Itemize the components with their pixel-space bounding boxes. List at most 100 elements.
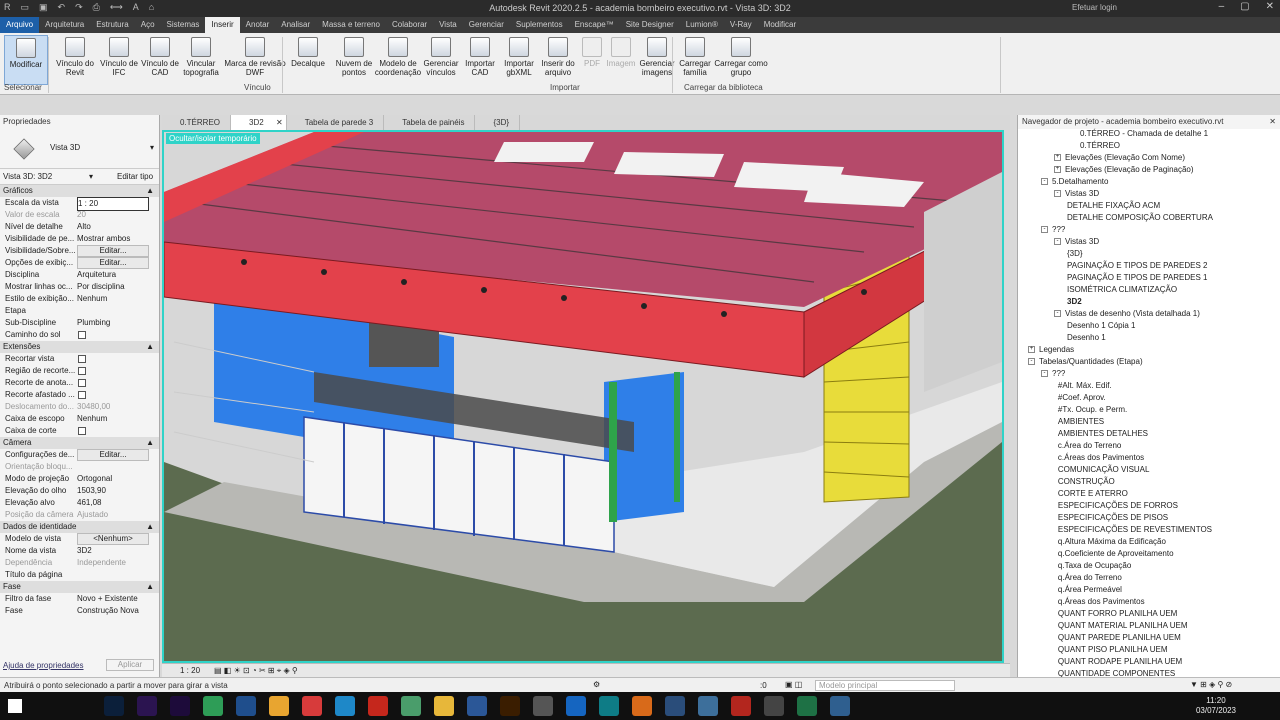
expand-toggle-icon[interactable]: + xyxy=(1028,346,1035,354)
browser-item[interactable]: ISOMÉTRICA CLIMATIZAÇÃO xyxy=(1067,285,1177,294)
property-row[interactable]: Disciplina Arquitetura xyxy=(0,269,159,281)
browser-item[interactable]: PAGINAÇÃO E TIPOS DE PAREDES 1 xyxy=(1067,273,1207,282)
browser-item[interactable]: -??? xyxy=(1041,225,1065,234)
expand-toggle-icon[interactable]: - xyxy=(1041,178,1048,186)
property-checkbox[interactable] xyxy=(78,367,86,375)
browser-item[interactable]: c.Áreas dos Pavimentos xyxy=(1058,453,1144,462)
property-value[interactable]: Nenhum xyxy=(77,413,149,425)
app-navy-icon[interactable] xyxy=(665,696,685,716)
app-red2-icon[interactable] xyxy=(731,696,751,716)
browser-item[interactable]: ESPECIFICAÇÕES DE FORROS xyxy=(1058,501,1178,510)
photoshop-icon[interactable] xyxy=(104,696,124,716)
browser-item[interactable]: - Vistas 3D xyxy=(1054,237,1099,246)
sign-in-link[interactable]: Efetuar login xyxy=(1072,3,1117,12)
property-value[interactable]: Mostrar ambos xyxy=(77,233,149,245)
properties-help-link[interactable]: Ajuda de propriedades xyxy=(3,661,84,670)
browser-item[interactable]: QUANTIDADE COMPONENTES xyxy=(1058,669,1175,677)
ribbon-button[interactable]: Importar gbXML xyxy=(500,35,538,77)
property-row[interactable]: Posição da câmera Ajustado xyxy=(0,509,159,521)
premiere-icon[interactable] xyxy=(170,696,190,716)
active-model-field[interactable]: Modelo principal xyxy=(815,680,955,691)
explorer-icon[interactable] xyxy=(434,696,454,716)
property-value[interactable]: 30480,00 xyxy=(77,401,149,413)
app-orange-icon[interactable] xyxy=(632,696,652,716)
app-steel-icon[interactable] xyxy=(698,696,718,716)
property-row[interactable]: Região de recorte... xyxy=(0,365,159,377)
property-row[interactable]: Deslocamento do... 30480,00 xyxy=(0,401,159,413)
browser-item[interactable]: QUANT PAREDE PLANILHA UEM xyxy=(1058,633,1181,642)
ribbon-tab[interactable]: Vista xyxy=(433,17,463,33)
chevron-down-icon[interactable]: ▾ xyxy=(150,143,154,152)
browser-item[interactable]: + Elevações (Elevação de Paginação) xyxy=(1054,165,1194,174)
expand-toggle-icon[interactable]: - xyxy=(1028,358,1035,366)
app-photo-icon[interactable] xyxy=(830,696,850,716)
worksets-icon[interactable]: ⚙ xyxy=(593,680,600,689)
close-icon[interactable]: ✕ xyxy=(1269,115,1276,129)
property-value[interactable]: Arquitetura xyxy=(77,269,149,281)
view-tab[interactable]: 3D2 ✕ xyxy=(231,115,287,130)
browser-item[interactable]: COMUNICAÇÃO VISUAL xyxy=(1058,465,1150,474)
view-tab[interactable]: 0.TÉRREO xyxy=(162,115,232,130)
browser-item[interactable]: q.Taxa de Ocupação xyxy=(1058,561,1131,570)
detail-level-icon[interactable]: ▤ ◧ ☀ ⊡ ◔ ✂ ⊞ ⌖ ◈ ⚲ xyxy=(214,666,298,676)
app-gray-icon[interactable] xyxy=(533,696,553,716)
minimize-icon[interactable]: – xyxy=(1219,1,1225,12)
ribbon-tab[interactable]: Estrutura xyxy=(90,17,134,33)
chrome-icon[interactable] xyxy=(269,696,289,716)
expand-toggle-icon[interactable]: - xyxy=(1041,226,1048,234)
collapse-icon[interactable]: ▲ xyxy=(146,341,154,353)
property-row[interactable]: Orientação bloqu... xyxy=(0,461,159,473)
browser-item[interactable]: + Legendas xyxy=(1028,345,1074,354)
ribbon-button[interactable]: Gerenciar imagens xyxy=(638,35,676,77)
browser-item[interactable]: #Coef. Aprov. xyxy=(1058,393,1106,402)
expand-toggle-icon[interactable]: - xyxy=(1054,238,1061,246)
ribbon-tab[interactable]: Site Designer xyxy=(620,17,680,33)
collapse-icon[interactable]: ▲ xyxy=(146,437,154,449)
property-checkbox[interactable] xyxy=(78,391,86,399)
browser-item[interactable]: - Vistas de desenho (Vista detalhada 1) xyxy=(1054,309,1200,318)
close-icon[interactable]: ✕ xyxy=(1266,1,1274,12)
browser-item[interactable]: q.Altura Máxima da Edificação xyxy=(1058,537,1166,546)
excel-icon[interactable] xyxy=(797,696,817,716)
property-row[interactable]: Escala da vista 1 : 20 xyxy=(0,197,159,211)
task-view-icon[interactable] xyxy=(71,696,91,716)
expand-toggle-icon[interactable]: + xyxy=(1054,154,1061,162)
ribbon-tab[interactable]: Modificar xyxy=(758,17,802,33)
app-green-icon[interactable] xyxy=(203,696,223,716)
close-icon[interactable]: ✕ xyxy=(276,115,283,130)
chevron-down-icon[interactable]: ▾ xyxy=(89,172,93,181)
property-row[interactable]: Caixa de escopo Nenhum xyxy=(0,413,159,425)
browser-item[interactable]: QUANT FORRO PLANILHA UEM xyxy=(1058,609,1177,618)
property-row[interactable]: Recorte afastado ... xyxy=(0,389,159,401)
app-blue-icon[interactable] xyxy=(566,696,586,716)
property-row[interactable]: Dependência Independente xyxy=(0,557,159,569)
ribbon-button[interactable]: Decalque xyxy=(286,35,330,68)
view-tab[interactable]: {3D} xyxy=(475,115,521,130)
property-value[interactable]: 461,08 xyxy=(77,497,149,509)
ribbon-button[interactable]: Inserir do arquivo xyxy=(538,35,578,77)
property-value[interactable]: 1503,90 xyxy=(77,485,149,497)
property-value[interactable]: Por disciplina xyxy=(77,281,149,293)
property-row[interactable]: Caixa de corte xyxy=(0,425,159,437)
browser-item[interactable]: CONSTRUÇÃO xyxy=(1058,477,1115,486)
browser-item[interactable]: PAGINAÇÃO E TIPOS DE PAREDES 2 xyxy=(1067,261,1207,270)
browser-item[interactable]: QUANT RODAPE PLANILHA UEM xyxy=(1058,657,1182,666)
apply-button[interactable]: Aplicar xyxy=(106,659,154,671)
property-row[interactable]: Fase Construção Nova xyxy=(0,605,159,617)
browser-item[interactable]: 3D2 xyxy=(1067,297,1082,306)
ribbon-tab[interactable]: Enscape™ xyxy=(569,17,620,33)
ribbon-tab[interactable]: Massa e terreno xyxy=(316,17,386,33)
browser-item[interactable]: q.Áreas dos Pavimentos xyxy=(1058,597,1145,606)
properties-section-header[interactable]: Dados de identidade ▲ xyxy=(0,521,159,533)
property-row[interactable]: Mostrar linhas oc... Por disciplina xyxy=(0,281,159,293)
browser-item[interactable]: Desenho 1 xyxy=(1067,333,1106,342)
ribbon-button[interactable]: Modelo de coordenação xyxy=(374,35,422,77)
property-value[interactable]: 20 xyxy=(77,209,149,221)
property-row[interactable]: Filtro da fase Novo + Existente xyxy=(0,593,159,605)
property-checkbox[interactable] xyxy=(78,427,86,435)
ribbon-tab[interactable]: Suplementos xyxy=(510,17,569,33)
ribbon-tab[interactable]: Gerenciar xyxy=(463,17,510,33)
browser-item[interactable]: ESPECIFICAÇÕES DE PISOS xyxy=(1058,513,1168,522)
browser-item[interactable]: ESPECIFICAÇÕES DE REVESTIMENTOS xyxy=(1058,525,1212,534)
ribbon-tab[interactable]: Analisar xyxy=(275,17,316,33)
